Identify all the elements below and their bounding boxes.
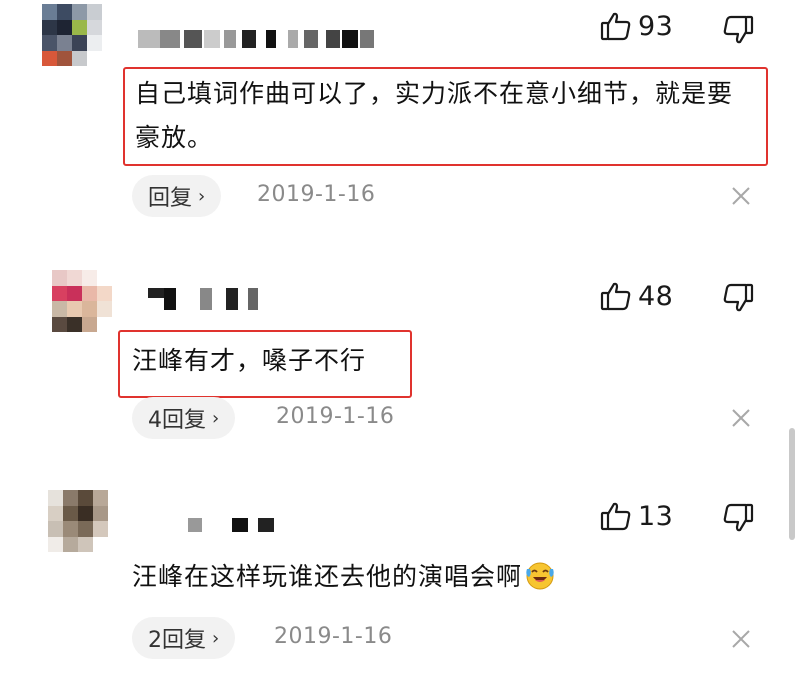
close-button[interactable] <box>728 626 754 652</box>
comment-item: 13 汪峰在这样玩谁还去他的演唱会啊 2回复 › 2019-1-16 <box>0 0 800 687</box>
like-button[interactable]: 13 <box>600 500 673 532</box>
username-redacted[interactable] <box>188 518 278 538</box>
like-count: 13 <box>638 500 674 532</box>
avatar[interactable] <box>48 490 108 552</box>
reply-button[interactable]: 2回复 › <box>132 617 236 659</box>
comment-date: 2019-1-16 <box>274 624 393 649</box>
chevron-right-icon: › <box>212 627 220 649</box>
close-icon <box>732 630 750 648</box>
thumbs-down-icon <box>723 503 754 532</box>
reply-label: 2回复 <box>148 628 206 653</box>
comment-text-body: 汪峰在这样玩谁还去他的演唱会啊 <box>132 562 523 591</box>
thumbs-up-icon <box>600 502 631 531</box>
dislike-button[interactable] <box>722 502 754 538</box>
laughing-crying-emoji-icon <box>526 562 554 590</box>
comment-text: 汪峰在这样玩谁还去他的演唱会啊 <box>132 555 556 599</box>
scrollbar[interactable] <box>789 428 795 540</box>
